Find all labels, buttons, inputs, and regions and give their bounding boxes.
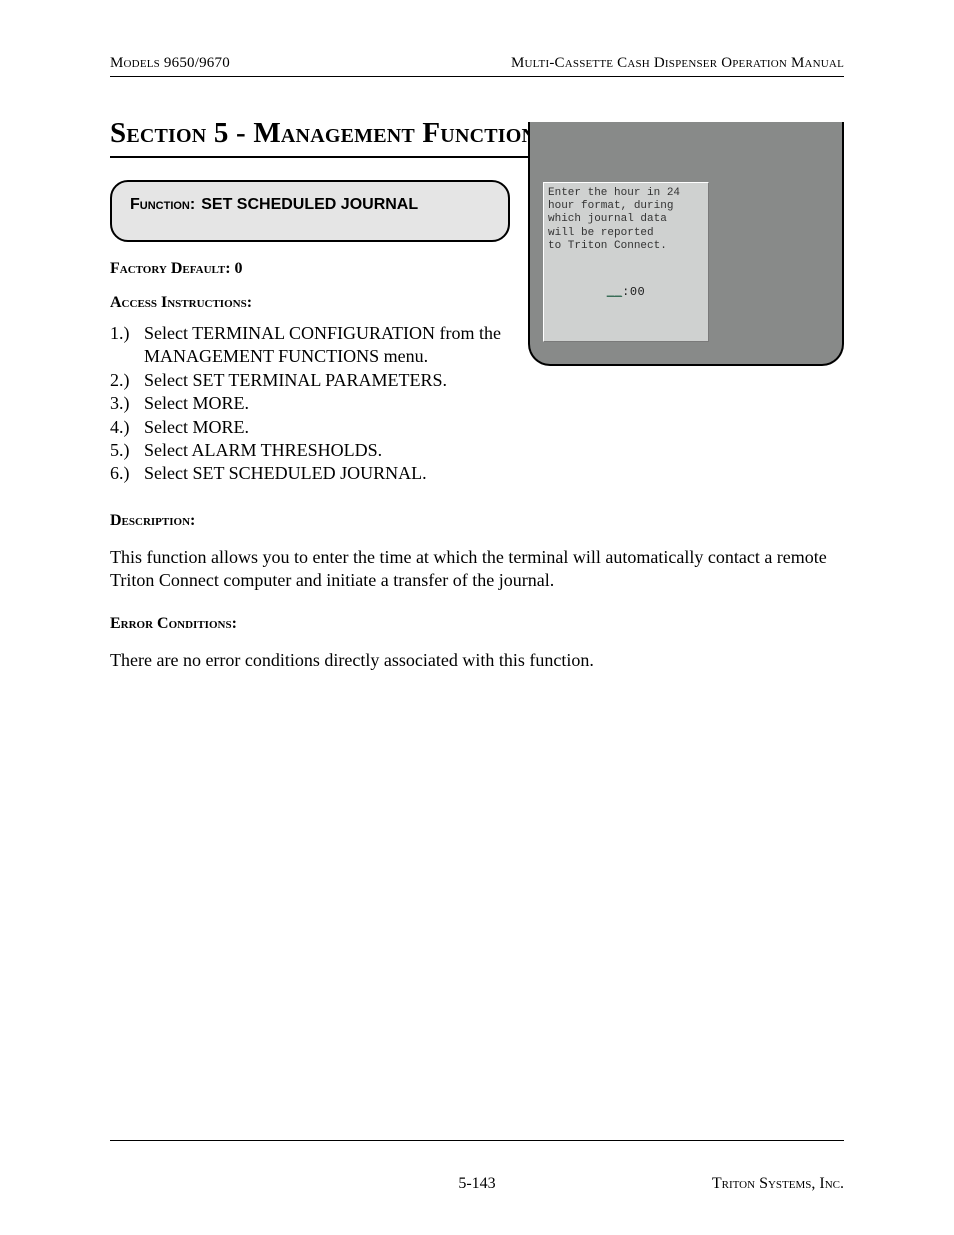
terminal-line-4: will be reported	[548, 227, 704, 240]
time-hour-input[interactable]: __	[607, 285, 622, 299]
terminal-time-field: __:00	[548, 285, 704, 299]
step-2: 2.)Select SET TERMINAL PARAMETERS.	[110, 369, 514, 392]
page-number: 5-143	[458, 1175, 495, 1193]
function-box: Function: SET SCHEDULED JOURNAL	[110, 180, 510, 242]
terminal-line-1: Enter the hour in 24	[548, 187, 704, 200]
header-rule	[110, 76, 844, 77]
time-suffix: :00	[622, 285, 645, 299]
terminal-line-3: which journal data	[548, 213, 704, 226]
function-title: SET SCHEDULED JOURNAL	[201, 196, 418, 214]
access-steps: 1.)Select TERMINAL CONFIGURATION from th…	[110, 322, 514, 486]
footer-company: Triton Systems, Inc.	[674, 1175, 844, 1193]
description-heading: Description:	[110, 512, 844, 530]
error-text: There are no error conditions directly a…	[110, 649, 844, 672]
step-3: 3.)Select MORE.	[110, 392, 514, 415]
access-instructions-heading: Access Instructions:	[110, 294, 514, 312]
function-label: Function:	[130, 196, 195, 214]
factory-default-heading: Factory Default: 0	[110, 260, 514, 278]
step-4: 4.)Select MORE.	[110, 416, 514, 439]
page-header: Models 9650/9670 Multi-Cassette Cash Dis…	[110, 55, 844, 72]
terminal-line-2: hour format, during	[548, 200, 704, 213]
page-footer: 5-143 Triton Systems, Inc.	[110, 1140, 844, 1193]
header-left: Models 9650/9670	[110, 55, 230, 72]
factory-default-label: Factory Default:	[110, 260, 231, 277]
step-5: 5.)Select ALARM THRESHOLDS.	[110, 439, 514, 462]
factory-default-value: 0	[235, 260, 243, 277]
description-text: This function allows you to enter the ti…	[110, 546, 844, 593]
step-6: 6.)Select SET SCHEDULED JOURNAL.	[110, 462, 514, 485]
terminal-screenshot: Enter the hour in 24 hour format, during…	[528, 122, 844, 366]
header-right: Multi-Cassette Cash Dispenser Operation …	[511, 55, 844, 72]
footer-rule	[110, 1140, 844, 1141]
terminal-screen: Enter the hour in 24 hour format, during…	[543, 182, 709, 342]
terminal-line-5: to Triton Connect.	[548, 240, 704, 253]
error-heading: Error Conditions:	[110, 615, 844, 633]
step-1: 1.)Select TERMINAL CONFIGURATION from th…	[110, 322, 514, 369]
